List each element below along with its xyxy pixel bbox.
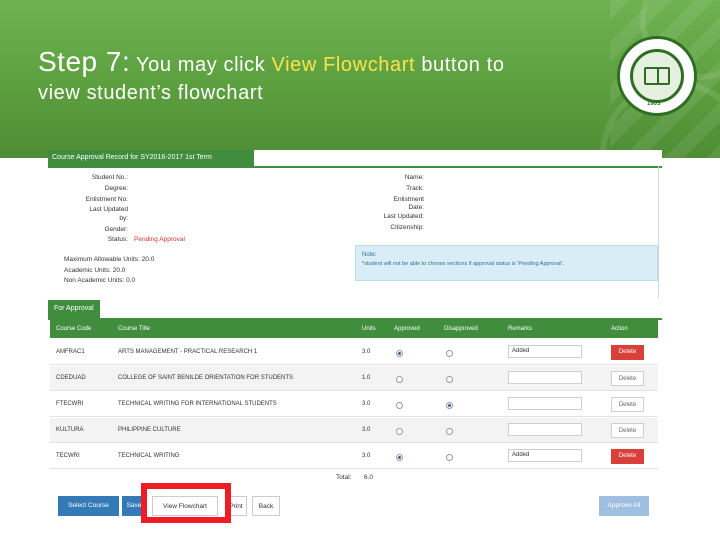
note-title: Note: [362, 252, 377, 258]
remarks-input[interactable] [508, 397, 582, 410]
remarks-input[interactable] [508, 371, 582, 384]
delete-button[interactable]: Delete [611, 449, 644, 464]
status-value: Pending Approval [134, 236, 185, 243]
column-header: Course Title [118, 326, 151, 332]
course-title: PHILIPPINE CULTURE [118, 427, 181, 433]
course-code: AMFRAC1 [56, 349, 85, 355]
citizenship-label: Citizenship: [390, 224, 424, 231]
divider [658, 166, 659, 298]
slide-banner: Step 7: You may click View Flowchart but… [0, 0, 720, 158]
title-highlight: View Flowchart [271, 54, 416, 76]
last-updated-label: Last Updated [89, 206, 128, 213]
book-icon [644, 67, 670, 85]
title-text: You may click [130, 54, 272, 76]
enlistment-date-label-2: Date: [408, 204, 424, 211]
approve-all-button[interactable]: Approve All [599, 496, 649, 516]
column-header: Remarks [508, 326, 533, 332]
remarks-input[interactable]: Added [508, 449, 582, 462]
note-text: *student will not be able to choose sect… [362, 261, 565, 267]
delete-button[interactable]: Delete [611, 423, 644, 438]
table-row: FTECWRI TECHNICAL WRITING FOR INTERNATIO… [50, 392, 658, 417]
course-title: COLLEGE OF SAINT BENILDE ORIENTATION FOR… [118, 375, 294, 381]
course-code: FTECWRI [56, 401, 84, 407]
remarks-input[interactable] [508, 423, 582, 436]
step-label: Step 7: [38, 46, 131, 77]
delete-button[interactable]: Delete [611, 371, 644, 386]
name-label: Name: [404, 174, 424, 181]
course-title: TECHNICAL WRITING FOR INTERNATIONAL STUD… [118, 401, 277, 407]
select-course-button[interactable]: Select Course [58, 496, 119, 516]
degree-label: Degree: [104, 185, 128, 192]
track-label: Track: [406, 185, 424, 192]
enlistment-screenshot: Course Approval Record for SY2016-2017 1… [48, 150, 662, 522]
enlistment-date-label: Enlistment [393, 196, 424, 203]
view-flowchart-highlight-box [141, 483, 231, 523]
updated-by-label: by: [119, 215, 128, 222]
column-header: Units [362, 326, 376, 332]
tab-for-approval[interactable]: For Approval [48, 300, 100, 318]
status-label: Status: [107, 236, 128, 243]
approved-radio[interactable] [396, 454, 403, 461]
approved-radio[interactable] [396, 428, 403, 435]
max-units: Maximum Allowable Units: 20.0 [64, 256, 155, 263]
table-row: TECWRI TECHNICAL WRITING 3.0 Added Delet… [50, 444, 658, 469]
slide-title: Step 7: You may click View Flowchart but… [38, 46, 505, 78]
course-code: TECWRI [56, 453, 80, 459]
gender-label: Gender: [104, 226, 129, 233]
disapproved-radio[interactable] [446, 428, 453, 435]
section-header: Course Approval Record for SY2016-2017 1… [48, 150, 254, 166]
approved-radio[interactable] [396, 402, 403, 409]
column-header: Action [611, 326, 628, 332]
column-header: Approved [394, 326, 420, 332]
course-units: 1.0 [362, 375, 371, 381]
table-header: Course Code Course Title Units Approved … [50, 320, 658, 338]
student-no-label: Student No.: [91, 174, 128, 181]
approved-radio[interactable] [396, 350, 403, 357]
course-units: 3.0 [362, 349, 371, 355]
table-row: AMFRAC1 ARTS MANAGEMENT - PRACTICAL RESE… [50, 340, 658, 365]
disapproved-radio[interactable] [446, 376, 453, 383]
table-row: CDEDUAD COLLEGE OF SAINT BENILDE ORIENTA… [50, 366, 658, 391]
course-code: CDEDUAD [56, 375, 86, 381]
table-row: KULTURA PHILIPPINE CULTURE 3.0 Delete [50, 418, 658, 443]
course-title: ARTS MANAGEMENT - PRACTICAL RESEARCH 1 [118, 349, 258, 355]
total-label: Total: [336, 474, 352, 481]
delete-button[interactable]: Delete [611, 345, 644, 360]
course-units: 3.0 [362, 453, 371, 459]
total-value: 6.0 [364, 474, 374, 481]
course-units: 3.0 [362, 427, 371, 433]
approved-radio[interactable] [396, 376, 403, 383]
remarks-input[interactable]: Added [508, 345, 582, 358]
column-header: Course Code [56, 326, 92, 332]
college-seal-logo: 1905 [617, 36, 697, 116]
course-units: 3.0 [362, 401, 371, 407]
course-title: TECHNICAL WRITING [118, 453, 180, 459]
slide-title-line2: view student’s flowchart [38, 82, 264, 104]
academic-units: Academic Units: 20.0 [64, 267, 126, 274]
back-button[interactable]: Back [252, 496, 280, 516]
course-code: KULTURA [56, 427, 84, 433]
disapproved-radio[interactable] [446, 454, 453, 461]
note-box: Note: *student will not be able to choos… [355, 245, 658, 281]
divider [48, 166, 662, 168]
delete-button[interactable]: Delete [611, 397, 644, 412]
disapproved-radio[interactable] [446, 402, 453, 409]
disapproved-radio[interactable] [446, 350, 453, 357]
enlistment-no-label: Enlistment No: [85, 196, 128, 203]
column-header: Disapproved [444, 326, 478, 332]
title-text-end: button to [415, 54, 505, 76]
non-academic-units: Non Academic Units: 0.0 [64, 277, 136, 284]
last-updated-label-right: Last Updated: [383, 213, 424, 220]
